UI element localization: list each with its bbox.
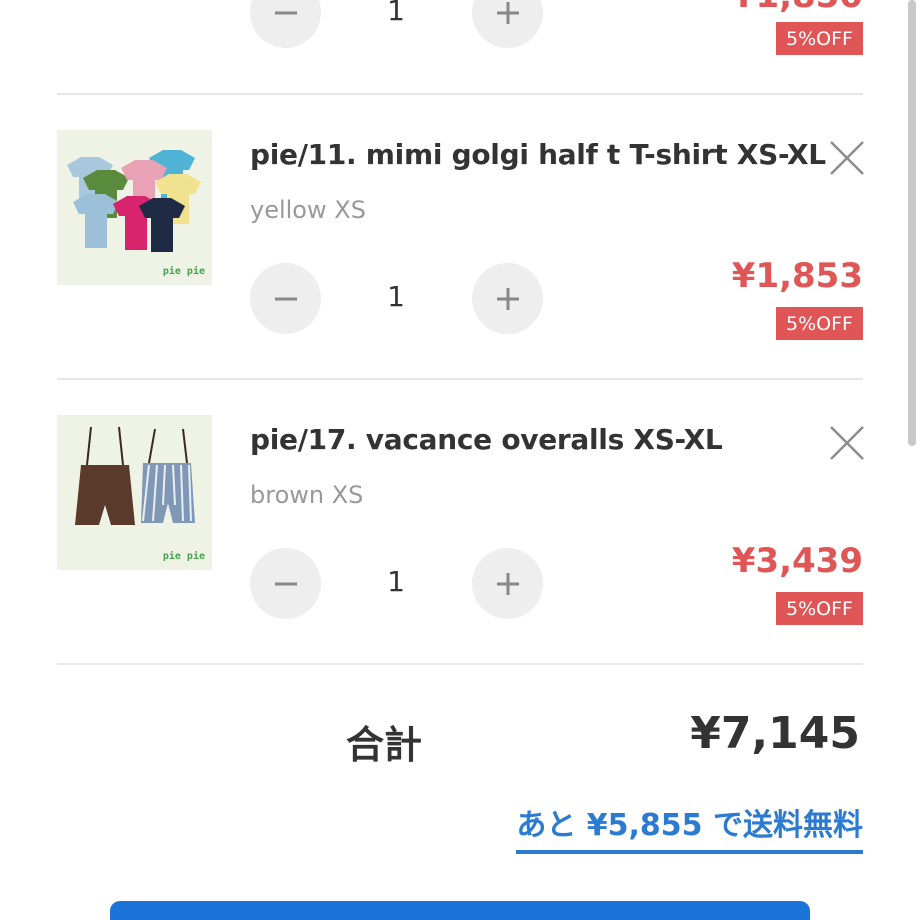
total-value: ¥7,145 xyxy=(690,708,860,759)
discount-badge: 5%OFF xyxy=(776,22,863,55)
divider xyxy=(57,663,863,665)
close-icon xyxy=(830,426,864,460)
cart-item: 1 ¥1,850 5%OFF xyxy=(57,0,863,94)
decrease-quantity-button[interactable] xyxy=(250,0,321,48)
increase-quantity-button[interactable] xyxy=(472,263,543,334)
plus-icon xyxy=(496,287,519,310)
cart-item: pie pie pie/17. vacance overalls XS-XL b… xyxy=(57,415,864,665)
free-shipping-link[interactable]: あと ¥5,855 で送料無料 xyxy=(516,800,863,854)
divider xyxy=(57,93,863,95)
discount-badge: 5%OFF xyxy=(776,592,863,625)
minus-icon xyxy=(274,297,297,300)
quantity-value: 1 xyxy=(387,565,405,598)
remove-item-button[interactable] xyxy=(827,138,867,178)
increase-quantity-button[interactable] xyxy=(472,548,543,619)
minus-icon xyxy=(274,582,297,585)
decrease-quantity-button[interactable] xyxy=(250,263,321,334)
plus-icon xyxy=(496,1,519,24)
close-icon xyxy=(830,141,864,175)
item-price: ¥1,850 xyxy=(732,0,863,16)
product-image[interactable]: pie pie xyxy=(57,130,212,285)
item-price: ¥3,439 xyxy=(731,541,863,581)
remove-item-button[interactable] xyxy=(827,423,867,463)
item-price: ¥1,853 xyxy=(731,256,863,296)
decrease-quantity-button[interactable] xyxy=(250,548,321,619)
item-title[interactable]: pie/17. vacance overalls XS-XL xyxy=(250,423,723,456)
brand-tag: pie pie xyxy=(162,551,205,562)
divider xyxy=(57,378,863,380)
tshirts-photo xyxy=(57,130,212,285)
brand-tag: pie pie xyxy=(162,266,205,277)
scrollbar[interactable] xyxy=(908,0,916,446)
total-label: 合計 xyxy=(346,723,423,767)
cart-item: pie pie pie/11. mimi golgi half t T-shir… xyxy=(57,130,864,380)
plus-icon xyxy=(496,572,519,595)
product-image[interactable]: pie pie xyxy=(57,415,212,570)
minus-icon xyxy=(274,11,297,14)
quantity-value: 1 xyxy=(387,0,405,27)
discount-badge: 5%OFF xyxy=(776,307,863,340)
quantity-value: 1 xyxy=(387,280,405,313)
increase-quantity-button[interactable] xyxy=(472,0,543,48)
item-variant: brown XS xyxy=(250,481,364,509)
item-variant: yellow XS xyxy=(250,196,366,224)
checkout-button[interactable] xyxy=(110,901,810,920)
overalls-photo xyxy=(57,415,212,570)
item-title[interactable]: pie/11. mimi golgi half t T-shirt XS-XL xyxy=(250,138,826,171)
